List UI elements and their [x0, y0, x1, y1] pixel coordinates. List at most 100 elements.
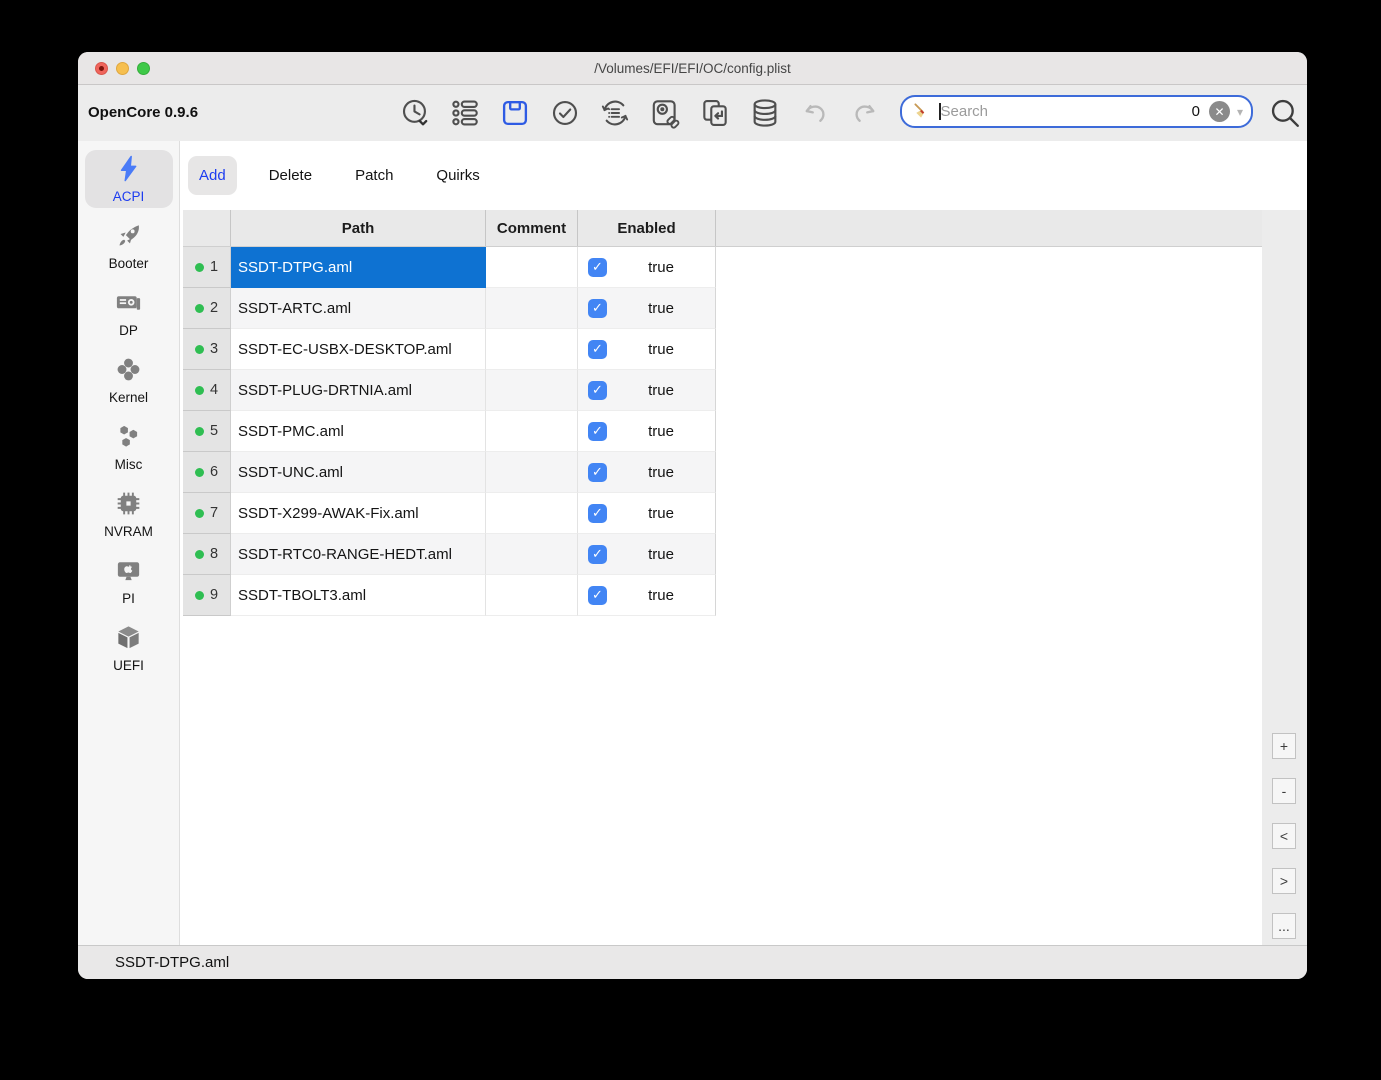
checkbox-checked-icon[interactable]: ✓ — [588, 585, 607, 605]
search-field[interactable]: 0 ✕ ▾ — [900, 95, 1253, 128]
enabled-cell[interactable]: ✓ true — [578, 534, 716, 575]
path-cell[interactable]: SSDT-RTC0-RANGE-HEDT.aml — [231, 534, 486, 575]
comment-cell[interactable] — [486, 247, 578, 288]
search-match-count: 0 — [1191, 103, 1200, 120]
tab-delete[interactable]: Delete — [258, 156, 323, 195]
sidebar-item-label: Misc — [114, 457, 143, 472]
row-header[interactable]: 7 — [183, 493, 231, 534]
sidebar-item-booter[interactable]: Booter — [85, 217, 173, 275]
comment-cell[interactable] — [486, 575, 578, 616]
comment-cell[interactable] — [486, 452, 578, 493]
column-header-enabled[interactable]: Enabled — [578, 210, 716, 246]
undo-icon[interactable] — [798, 96, 831, 130]
table-row[interactable]: 9 SSDT-TBOLT3.aml ✓ true — [183, 575, 1262, 616]
minimize-button[interactable] — [116, 62, 129, 75]
plus-button[interactable]: + — [1272, 733, 1296, 759]
sidebar-item-acpi[interactable]: ACPI — [84, 150, 173, 208]
ocvalidate-icon[interactable] — [598, 96, 631, 130]
sidebar-item-uefi[interactable]: UEFI — [85, 619, 173, 677]
sidebar-item-nvram[interactable]: NVRAM — [85, 485, 173, 543]
row-header[interactable]: 6 — [183, 452, 231, 493]
row-header[interactable]: 9 — [183, 575, 231, 616]
enabled-cell[interactable]: ✓ true — [578, 493, 716, 534]
table-row[interactable]: 2 SSDT-ARTC.aml ✓ true — [183, 288, 1262, 329]
tab-patch[interactable]: Patch — [344, 156, 404, 195]
checkbox-checked-icon[interactable]: ✓ — [588, 421, 607, 441]
path-cell[interactable]: SSDT-PMC.aml — [231, 411, 486, 452]
acpi-add-table: Path Comment Enabled 1 SSDT-DTPG.aml ✓ tr… — [180, 210, 1262, 945]
checkbox-checked-icon[interactable]: ✓ — [588, 380, 607, 400]
column-header-path[interactable]: Path — [231, 210, 486, 246]
list-icon[interactable] — [448, 96, 481, 130]
row-header[interactable]: 8 — [183, 534, 231, 575]
left-arrow-button[interactable]: < — [1272, 823, 1296, 849]
path-cell[interactable]: SSDT-DTPG.aml — [231, 247, 486, 288]
path-cell[interactable]: SSDT-TBOLT3.aml — [231, 575, 486, 616]
zoom-button[interactable] — [137, 62, 150, 75]
comment-cell[interactable] — [486, 329, 578, 370]
close-button[interactable] — [95, 62, 108, 75]
path-cell[interactable]: SSDT-PLUG-DRTNIA.aml — [231, 370, 486, 411]
right-arrow-button[interactable]: > — [1272, 868, 1296, 894]
path-cell[interactable]: SSDT-EC-USBX-DESKTOP.aml — [231, 329, 486, 370]
enabled-cell[interactable]: ✓ true — [578, 452, 716, 493]
checkbox-checked-icon[interactable]: ✓ — [588, 462, 607, 482]
redo-icon[interactable] — [848, 96, 881, 130]
history-icon[interactable] — [398, 96, 431, 130]
tab-add[interactable]: Add — [188, 156, 237, 195]
checkbox-checked-icon[interactable]: ✓ — [588, 503, 607, 523]
comment-cell[interactable] — [486, 288, 578, 329]
comment-cell[interactable] — [486, 370, 578, 411]
row-header[interactable]: 2 — [183, 288, 231, 329]
sidebar-item-pi[interactable]: PI — [85, 552, 173, 610]
comment-cell[interactable] — [486, 411, 578, 452]
enabled-cell[interactable]: ✓ true — [578, 575, 716, 616]
save-icon[interactable] — [498, 96, 531, 130]
sidebar-item-label: PI — [122, 591, 135, 606]
checkbox-checked-icon[interactable]: ✓ — [588, 298, 607, 318]
tab-quirks[interactable]: Quirks — [425, 156, 490, 195]
row-header[interactable]: 4 — [183, 370, 231, 411]
search-input[interactable] — [940, 103, 1192, 120]
row-header[interactable]: 5 — [183, 411, 231, 452]
table-row[interactable]: 5 SSDT-PMC.aml ✓ true — [183, 411, 1262, 452]
sidebar-item-label: DP — [119, 323, 138, 338]
enabled-cell[interactable]: ✓ true — [578, 411, 716, 452]
search-icon[interactable] — [1268, 96, 1301, 130]
database-icon[interactable] — [748, 96, 781, 130]
sidebar-item-misc[interactable]: Misc — [85, 418, 173, 476]
row-header[interactable]: 3 — [183, 329, 231, 370]
table-row[interactable]: 8 SSDT-RTC0-RANGE-HEDT.aml ✓ true — [183, 534, 1262, 575]
enabled-cell[interactable]: ✓ true — [578, 247, 716, 288]
table-row[interactable]: 6 SSDT-UNC.aml ✓ true — [183, 452, 1262, 493]
path-cell[interactable]: SSDT-ARTC.aml — [231, 288, 486, 329]
sidebar-item-dp[interactable]: DP — [85, 284, 173, 342]
checkbox-checked-icon[interactable]: ✓ — [588, 544, 607, 564]
enabled-cell[interactable]: ✓ true — [578, 329, 716, 370]
validate-icon[interactable] — [548, 96, 581, 130]
clean-icon[interactable] — [913, 102, 932, 121]
row-header[interactable]: 1 — [183, 247, 231, 288]
comment-cell[interactable] — [486, 493, 578, 534]
table-row[interactable]: 7 SSDT-X299-AWAK-Fix.aml ✓ true — [183, 493, 1262, 534]
path-cell[interactable]: SSDT-X299-AWAK-Fix.aml — [231, 493, 486, 534]
enabled-cell[interactable]: ✓ true — [578, 370, 716, 411]
search-chevron-down-icon[interactable]: ▾ — [1237, 105, 1243, 119]
column-header-comment[interactable]: Comment — [486, 210, 578, 246]
more-button[interactable]: ... — [1272, 913, 1296, 939]
path-cell[interactable]: SSDT-UNC.aml — [231, 452, 486, 493]
mount-esp-icon[interactable] — [648, 96, 681, 130]
clear-search-icon[interactable]: ✕ — [1208, 101, 1230, 122]
table-row[interactable]: 1 SSDT-DTPG.aml ✓ true — [183, 247, 1262, 288]
table-row[interactable]: 4 SSDT-PLUG-DRTNIA.aml ✓ true — [183, 370, 1262, 411]
sidebar-item-kernel[interactable]: Kernel — [85, 351, 173, 409]
sync-icon[interactable] — [698, 96, 731, 130]
checkbox-checked-icon[interactable]: ✓ — [588, 257, 607, 277]
minus-button[interactable]: - — [1272, 778, 1296, 804]
comment-cell[interactable] — [486, 534, 578, 575]
table-row[interactable]: 3 SSDT-EC-USBX-DESKTOP.aml ✓ true — [183, 329, 1262, 370]
status-bar: SSDT-DTPG.aml — [78, 945, 1307, 979]
checkbox-checked-icon[interactable]: ✓ — [588, 339, 607, 359]
titlebar[interactable]: /Volumes/EFI/EFI/OC/config.plist — [78, 52, 1307, 85]
enabled-cell[interactable]: ✓ true — [578, 288, 716, 329]
